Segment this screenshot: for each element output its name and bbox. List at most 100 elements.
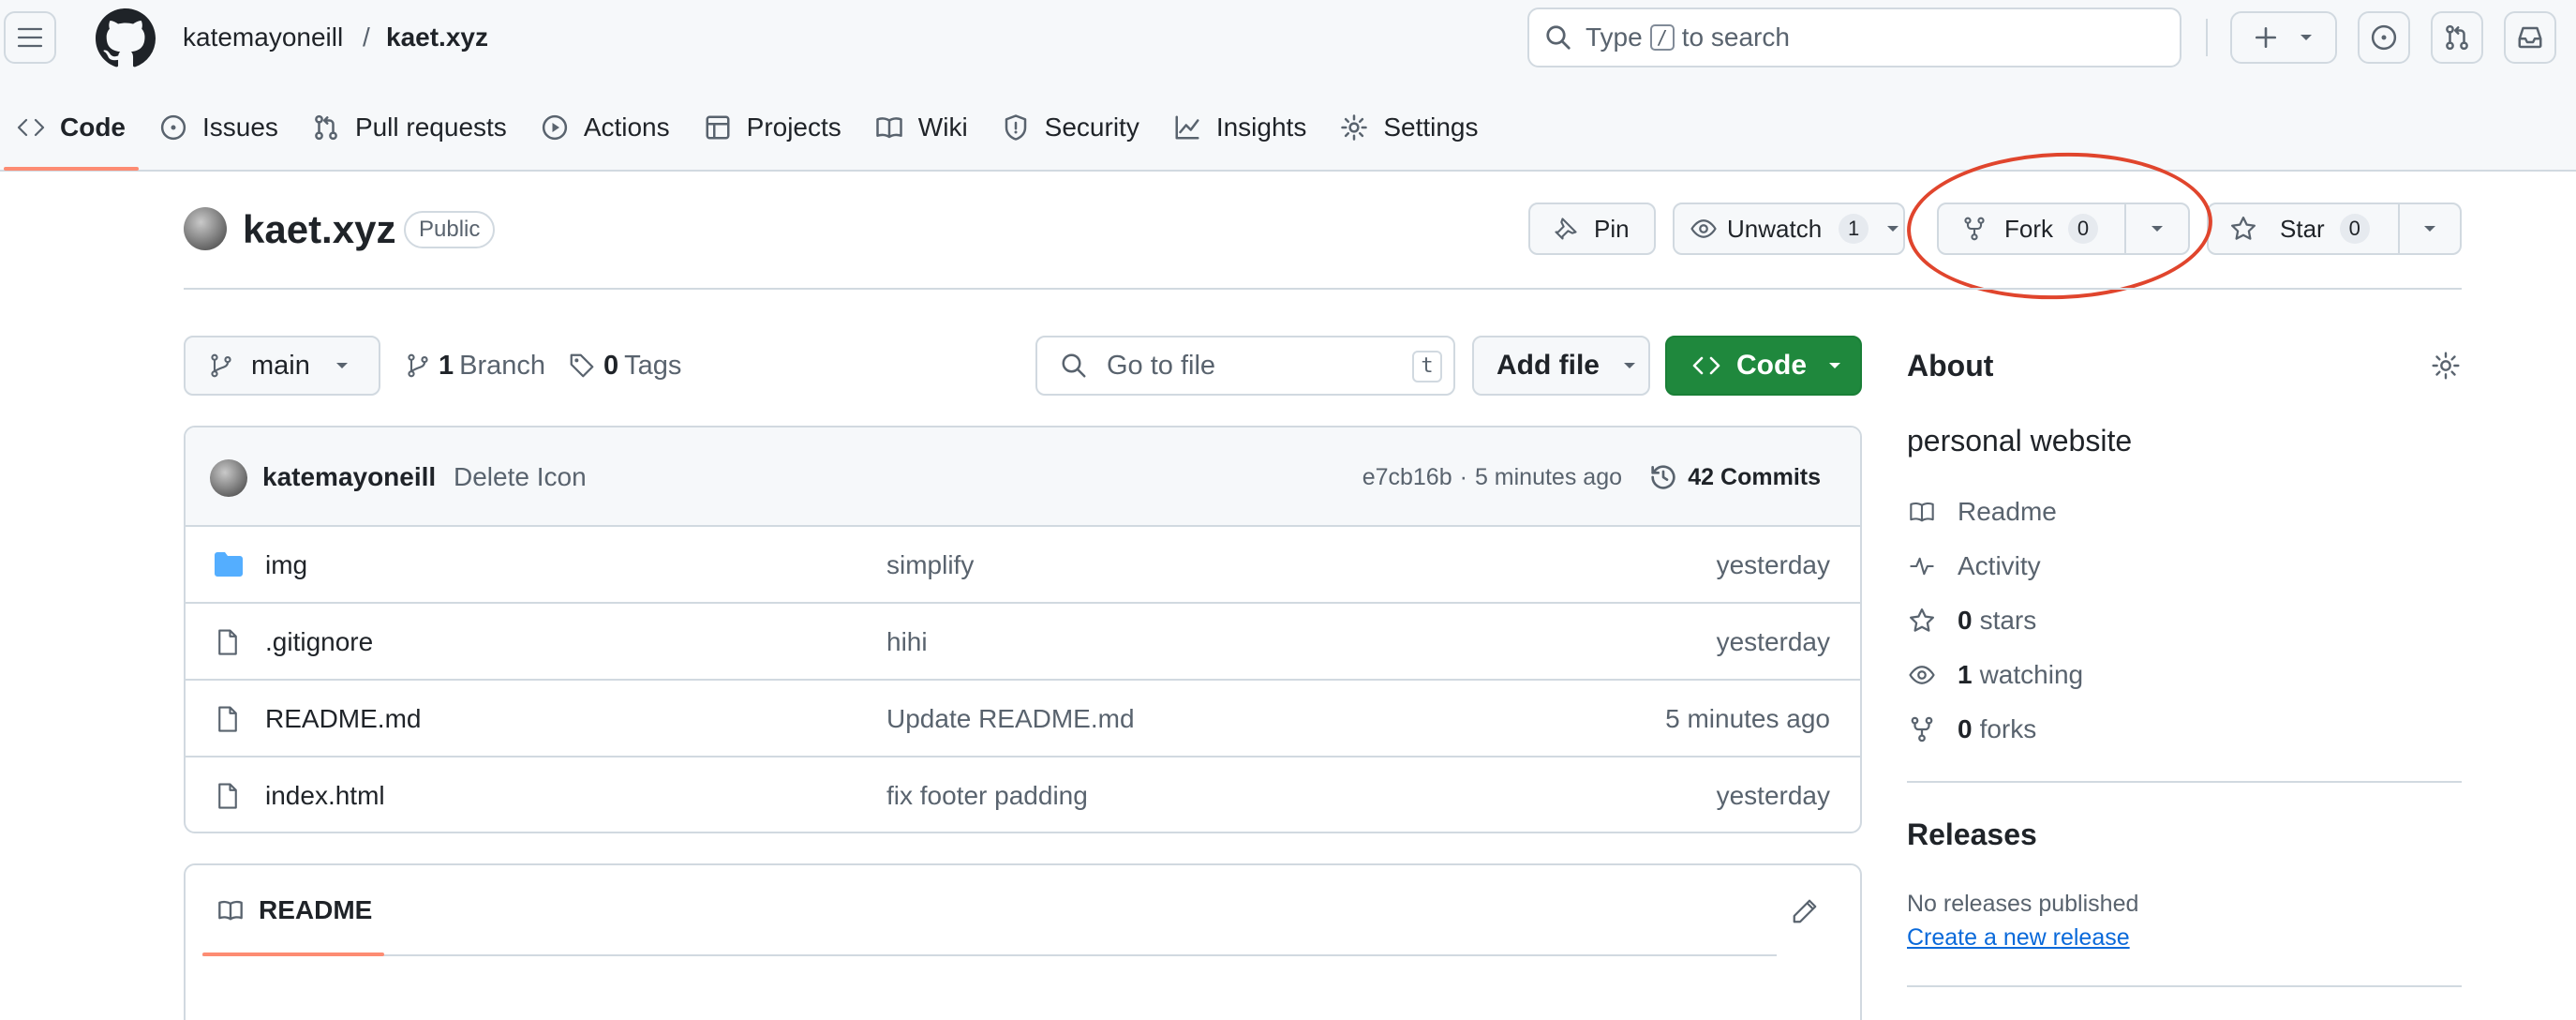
commits-history-link[interactable]: 42 Commits xyxy=(1648,460,1821,494)
sidebar-forks-link[interactable]: 0 forks xyxy=(1907,712,2036,746)
gear-icon[interactable] xyxy=(2431,351,2461,381)
sidebar-readme-link[interactable]: Readme xyxy=(1907,495,2057,529)
table-row[interactable]: .gitignore hihi yesterday xyxy=(186,604,1860,681)
graph-icon xyxy=(1175,115,1199,140)
file-commit-message[interactable]: Update README.md xyxy=(886,702,1135,736)
breadcrumb-owner[interactable]: katemayoneill xyxy=(183,21,343,54)
tab-actions-label: Actions xyxy=(583,112,670,142)
file-commit-message[interactable]: hihi xyxy=(886,625,928,659)
file-name[interactable]: index.html xyxy=(265,779,385,813)
tab-pull-requests[interactable]: Pull requests xyxy=(295,99,524,156)
readme-tab-divider xyxy=(202,954,1777,956)
star-icon xyxy=(2231,217,2256,240)
plus-icon xyxy=(2255,26,2276,49)
branches-link[interactable]: 1 Branch xyxy=(405,349,545,382)
sidebar-divider xyxy=(1907,985,2462,987)
commit-author[interactable]: katemayoneill xyxy=(262,460,436,494)
file-name[interactable]: README.md xyxy=(265,702,421,736)
go-to-file-input[interactable]: Go to file t xyxy=(1035,336,1455,396)
pin-button[interactable]: Pin xyxy=(1528,202,1656,255)
releases-heading[interactable]: Releases xyxy=(1907,818,2037,852)
search-prefix: Type xyxy=(1586,22,1643,52)
commit-author-avatar[interactable] xyxy=(210,459,247,497)
readme-tab[interactable]: README xyxy=(216,895,372,925)
branch-name: main xyxy=(251,350,310,381)
star-button[interactable]: Star 0 xyxy=(2209,204,2400,253)
file-icon xyxy=(218,629,237,655)
tags-link[interactable]: 0 Tags xyxy=(568,349,681,382)
readme-link-label: Readme xyxy=(1958,497,2057,526)
table-row[interactable]: index.html fix footer padding yesterday xyxy=(186,758,1860,832)
breadcrumb-repo[interactable]: kaet.xyz xyxy=(386,21,488,54)
sidebar-stars-link[interactable]: 0 stars xyxy=(1907,604,2036,638)
commit-hash[interactable]: e7cb16b xyxy=(1362,462,1452,492)
file-commit-message[interactable]: fix footer padding xyxy=(886,779,1088,813)
search-icon xyxy=(1062,353,1086,378)
tab-issues-label: Issues xyxy=(202,112,278,142)
unwatch-button[interactable]: Unwatch 1 xyxy=(1673,202,1905,255)
sidebar-watching-link[interactable]: 1 watching xyxy=(1907,658,2083,692)
global-search-input[interactable]: Type / to search xyxy=(1527,8,2181,68)
star-icon xyxy=(1910,608,1934,632)
pull-requests-shortcut-button[interactable] xyxy=(2431,11,2483,64)
tab-actions[interactable]: Actions xyxy=(524,99,687,156)
tab-insights[interactable]: Insights xyxy=(1156,99,1324,156)
star-dropdown-button[interactable] xyxy=(2400,204,2460,253)
forks-count: 0 xyxy=(1958,714,1973,743)
search-shortcut-key: / xyxy=(1649,24,1675,51)
file-name[interactable]: img xyxy=(265,548,307,582)
file-commit-message[interactable]: simplify xyxy=(886,548,974,582)
folder-icon xyxy=(215,552,243,577)
visibility-badge: Public xyxy=(404,211,496,248)
file-date: yesterday xyxy=(1716,550,1830,579)
create-new-button[interactable] xyxy=(2230,11,2337,64)
title-divider xyxy=(184,288,2462,290)
tab-security[interactable]: Security xyxy=(985,99,1156,156)
create-release-link[interactable]: Create a new release xyxy=(1907,924,2130,952)
tab-settings[interactable]: Settings xyxy=(1323,99,1495,156)
inbox-button[interactable] xyxy=(2504,11,2556,64)
unwatch-label: Unwatch xyxy=(1727,214,1823,243)
commits-count-label: 42 Commits xyxy=(1688,464,1821,490)
issues-shortcut-button[interactable] xyxy=(2358,11,2410,64)
tab-pull-requests-label: Pull requests xyxy=(354,112,507,142)
add-file-button[interactable]: Add file xyxy=(1472,336,1650,396)
sidebar-activity-link[interactable]: Activity xyxy=(1907,549,2041,583)
search-suffix: to search xyxy=(1681,22,1790,52)
branch-count: 1 xyxy=(439,351,454,381)
github-logo-icon[interactable] xyxy=(96,8,156,68)
code-button[interactable]: Code xyxy=(1665,336,1862,396)
pull-request-icon xyxy=(315,114,337,141)
stars-label: stars xyxy=(1979,606,2037,635)
tab-projects[interactable]: Projects xyxy=(687,99,858,156)
branch-select-button[interactable]: main xyxy=(184,336,380,396)
pin-icon xyxy=(1555,218,1577,240)
code-icon xyxy=(1692,356,1720,375)
menu-button[interactable] xyxy=(4,11,56,64)
file-date: yesterday xyxy=(1716,781,1830,810)
commit-meta-dot: · xyxy=(1459,464,1467,490)
branch-label: Branch xyxy=(459,351,546,381)
watching-label: watching xyxy=(1979,660,2084,689)
repo-title[interactable]: kaet.xyz xyxy=(243,204,395,255)
tag-label: Tags xyxy=(624,351,682,381)
file-name[interactable]: .gitignore xyxy=(265,625,373,659)
tab-wiki[interactable]: Wiki xyxy=(858,99,985,156)
table-row[interactable]: img simplify yesterday xyxy=(186,527,1860,604)
commit-message[interactable]: Delete Icon xyxy=(454,460,587,494)
fork-dropdown-button[interactable] xyxy=(2126,204,2188,253)
readme-tab-underline xyxy=(202,952,384,956)
activity-link-label: Activity xyxy=(1958,551,2041,580)
pencil-icon[interactable] xyxy=(1791,897,1819,925)
chevron-down-icon xyxy=(2152,226,2163,232)
tab-issues[interactable]: Issues xyxy=(142,99,295,156)
tag-icon xyxy=(570,353,594,378)
table-row[interactable]: README.md Update README.md 5 minutes ago xyxy=(186,681,1860,758)
fork-button[interactable]: Fork 0 xyxy=(1939,204,2126,253)
owner-avatar[interactable] xyxy=(184,207,227,250)
go-to-file-placeholder: Go to file xyxy=(1107,350,1216,381)
tab-code[interactable]: Code xyxy=(0,99,142,171)
eye-icon xyxy=(1909,666,1935,684)
sidebar-divider xyxy=(1907,781,2462,783)
readme-panel: README xyxy=(184,863,1862,1020)
